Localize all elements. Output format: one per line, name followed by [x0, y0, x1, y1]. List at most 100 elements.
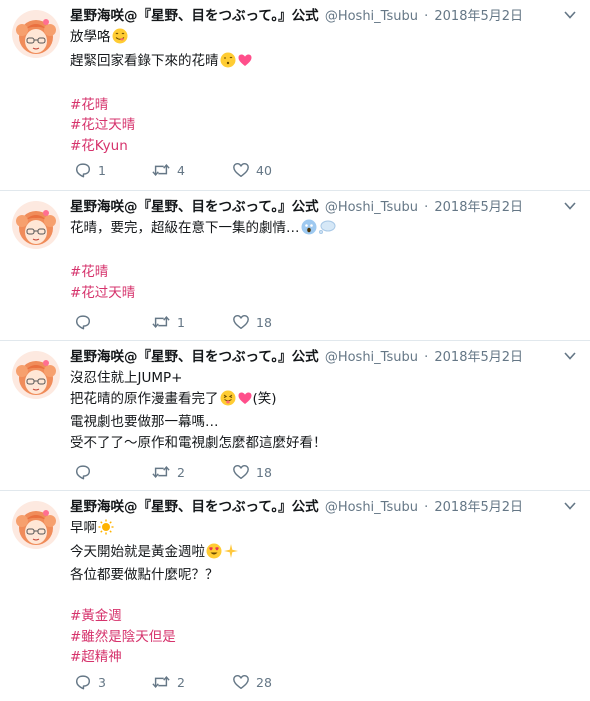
reply-icon: [74, 313, 92, 331]
retweet-icon: [151, 673, 171, 691]
retweet-count: 2: [177, 465, 185, 480]
retweet-button[interactable]: 2: [151, 673, 185, 693]
retweet-button[interactable]: 2: [151, 463, 185, 483]
tweet-date[interactable]: 2018年5月2日: [434, 200, 523, 215]
tweet-actions: 2 18: [74, 463, 294, 483]
like-count: 40: [256, 163, 272, 178]
like-icon: [232, 161, 250, 179]
reply-count: 1: [98, 163, 106, 178]
display-name[interactable]: 星野海咲@『星野、目をつぶって。』公式: [70, 349, 319, 365]
kiss-emoji-icon: [220, 52, 236, 75]
tweet-actions: 1 18: [74, 313, 294, 333]
scream-emoji-icon: [301, 219, 317, 242]
caret-down-icon[interactable]: [564, 201, 576, 211]
retweet-icon: [151, 463, 171, 481]
tweet-date[interactable]: 2018年5月2日: [434, 350, 523, 365]
thought-balloon-icon: [318, 219, 336, 242]
tweet-line: 各位都要做點什麼呢？？: [70, 567, 219, 583]
reply-count: 3: [98, 675, 106, 690]
tweet-line: 沒忍住就上JUMP+: [70, 370, 183, 386]
like-count: 18: [256, 465, 272, 480]
retweet-count: 4: [177, 163, 185, 178]
caret-down-icon[interactable]: [564, 501, 576, 511]
user-handle[interactable]: @Hoshi_Tsubu: [325, 350, 418, 365]
hashtag-link[interactable]: #花晴: [70, 97, 108, 113]
tweet-card[interactable]: 星野海咲@『星野、目をつぶって。』公式 @Hoshi_Tsubu · 2018年…: [0, 191, 590, 341]
hashtag-link[interactable]: #花Kyun: [70, 138, 128, 154]
tweet-card[interactable]: 星野海咲@『星野、目をつぶって。』公式 @Hoshi_Tsubu · 2018年…: [0, 491, 590, 701]
tweet-actions: 3 2 28: [74, 673, 294, 693]
tweet-line: (笑): [252, 390, 277, 407]
tongue-wink-emoji-icon: [220, 390, 236, 413]
hashtag-link[interactable]: #花晴: [70, 264, 108, 280]
tweet-date[interactable]: 2018年5月2日: [434, 500, 523, 515]
tweet-line: 今天開始就是黃金週啦: [70, 543, 205, 560]
reply-button[interactable]: [74, 313, 98, 333]
tweet-text: 早啊 今天開始就是黃金週啦 各位都要做點什麼呢？？ #黃金週 #雖然是陰天但是 …: [70, 518, 580, 668]
like-count: 18: [256, 315, 272, 330]
caret-down-icon[interactable]: [564, 351, 576, 361]
avatar[interactable]: [12, 501, 60, 549]
like-button[interactable]: 18: [232, 313, 272, 333]
reply-icon: [74, 673, 92, 691]
user-handle[interactable]: @Hoshi_Tsubu: [325, 500, 418, 515]
tweet-line: 花晴，要完，超級在意下一集的劇情…: [70, 220, 300, 236]
reply-button[interactable]: 1: [74, 161, 106, 181]
retweet-button[interactable]: 1: [151, 313, 185, 333]
like-count: 28: [256, 675, 272, 690]
reply-icon: [74, 463, 92, 481]
hashtag-link[interactable]: #黃金週: [70, 608, 122, 624]
hearts-emoji-icon: [237, 52, 253, 75]
retweet-icon: [151, 313, 171, 331]
display-name[interactable]: 星野海咲@『星野、目をつぶって。』公式: [70, 199, 319, 215]
retweet-count: 2: [177, 675, 185, 690]
like-button[interactable]: 18: [232, 463, 272, 483]
tweet-line: 把花晴的原作漫畫看完了: [70, 390, 219, 407]
tweet-line: 受不了了～原作和電視劇怎麼都這麼好看！: [70, 434, 327, 451]
caret-down-icon[interactable]: [564, 10, 576, 20]
tweet-card[interactable]: 星野海咲@『星野、目をつぶって。』公式 @Hoshi_Tsubu · 2018年…: [0, 341, 590, 491]
retweet-button[interactable]: 4: [151, 161, 185, 181]
display-name[interactable]: 星野海咲@『星野、目をつぶって。』公式: [70, 8, 319, 24]
tweet-line: 放學咯: [70, 29, 111, 45]
avatar[interactable]: [12, 351, 60, 399]
tweet-header: 星野海咲@『星野、目をつぶって。』公式 @Hoshi_Tsubu · 2018年…: [70, 199, 524, 215]
display-name[interactable]: 星野海咲@『星野、目をつぶって。』公式: [70, 499, 319, 515]
retweet-icon: [151, 161, 171, 179]
tweet-text: 花晴，要完，超級在意下一集的劇情… #花晴 #花过天晴: [70, 218, 580, 303]
reply-button[interactable]: 3: [74, 673, 106, 693]
like-button[interactable]: 40: [232, 161, 272, 181]
tweet-header: 星野海咲@『星野、目をつぶって。』公式 @Hoshi_Tsubu · 2018年…: [70, 349, 524, 365]
hashtag-link[interactable]: #花过天晴: [70, 117, 135, 133]
retweet-count: 1: [177, 315, 185, 330]
hearts-emoji-icon: [237, 390, 253, 413]
reply-button[interactable]: [74, 463, 98, 483]
tweet-line: 電視劇也要做那一幕嗎…: [70, 414, 219, 430]
tweet-date[interactable]: 2018年5月2日: [434, 9, 523, 24]
avatar[interactable]: [12, 10, 60, 58]
like-icon: [232, 313, 250, 331]
like-icon: [232, 463, 250, 481]
user-handle[interactable]: @Hoshi_Tsubu: [325, 200, 418, 215]
tweet-feed: 星野海咲@『星野、目をつぶって。』公式 @Hoshi_Tsubu · 2018年…: [0, 0, 590, 701]
heart-eyes-emoji-icon: [206, 543, 222, 566]
sun-emoji-icon: [98, 519, 114, 542]
tweet-header: 星野海咲@『星野、目をつぶって。』公式 @Hoshi_Tsubu · 2018年…: [70, 8, 524, 24]
tweet-text: 沒忍住就上JUMP+ 把花晴的原作漫畫看完了 (笑) 電視劇也要做那一幕嗎… 受不…: [70, 368, 580, 453]
user-handle[interactable]: @Hoshi_Tsubu: [325, 9, 418, 24]
tweet-header: 星野海咲@『星野、目をつぶって。』公式 @Hoshi_Tsubu · 2018年…: [70, 499, 524, 515]
hashtag-link[interactable]: #雖然是陰天但是: [70, 629, 176, 645]
like-icon: [232, 673, 250, 691]
tweet-card[interactable]: 星野海咲@『星野、目をつぶって。』公式 @Hoshi_Tsubu · 2018年…: [0, 0, 590, 191]
sparkles-emoji-icon: [223, 543, 239, 566]
hashtag-link[interactable]: #花过天晴: [70, 285, 135, 301]
reply-icon: [74, 161, 92, 179]
avatar[interactable]: [12, 201, 60, 249]
yum-emoji-icon: [112, 28, 128, 51]
tweet-text: 放學咯 趕緊回家看錄下來的花晴 #花晴 #花过天晴 #花Kyun: [70, 27, 580, 156]
like-button[interactable]: 28: [232, 673, 272, 693]
tweet-line: 早啊: [70, 520, 97, 536]
tweet-line: 趕緊回家看錄下來的花晴: [70, 52, 219, 69]
hashtag-link[interactable]: #超精神: [70, 649, 122, 665]
tweet-actions: 1 4 40: [74, 161, 294, 181]
